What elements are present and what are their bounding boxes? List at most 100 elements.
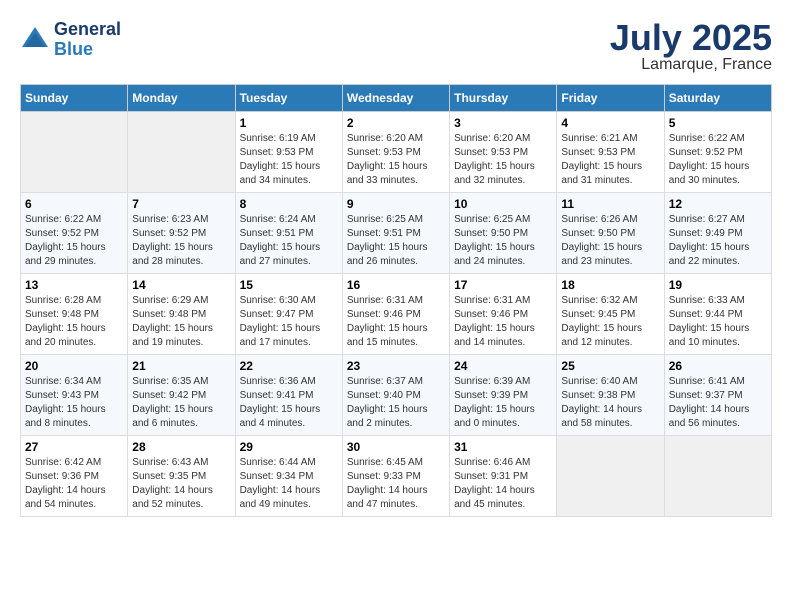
day-number: 12 xyxy=(669,197,767,211)
title-block: July 2025 Lamarque, France xyxy=(610,20,772,74)
day-number: 4 xyxy=(561,116,659,130)
day-number: 23 xyxy=(347,359,445,373)
calendar-cell: 8 Sunrise: 6:24 AM Sunset: 9:51 PM Daylig… xyxy=(235,193,342,274)
calendar-cell: 31 Sunrise: 6:46 AM Sunset: 9:31 PM Dayli… xyxy=(450,436,557,517)
day-info: Sunrise: 6:34 AM Sunset: 9:43 PM Dayligh… xyxy=(25,375,123,431)
calendar-cell: 23 Sunrise: 6:37 AM Sunset: 9:40 PM Dayli… xyxy=(342,355,449,436)
header-monday: Monday xyxy=(128,85,235,112)
day-info: Sunrise: 6:30 AM Sunset: 9:47 PM Dayligh… xyxy=(240,294,338,350)
day-info: Sunrise: 6:45 AM Sunset: 9:33 PM Dayligh… xyxy=(347,456,445,512)
day-number: 24 xyxy=(454,359,552,373)
day-info: Sunrise: 6:19 AM Sunset: 9:53 PM Dayligh… xyxy=(240,132,338,188)
month-title: July 2025 xyxy=(610,20,772,56)
calendar-cell: 13 Sunrise: 6:28 AM Sunset: 9:48 PM Dayli… xyxy=(21,274,128,355)
calendar-cell: 30 Sunrise: 6:45 AM Sunset: 9:33 PM Dayli… xyxy=(342,436,449,517)
day-info: Sunrise: 6:21 AM Sunset: 9:53 PM Dayligh… xyxy=(561,132,659,188)
day-info: Sunrise: 6:37 AM Sunset: 9:40 PM Dayligh… xyxy=(347,375,445,431)
calendar-cell xyxy=(664,436,771,517)
calendar-cell: 24 Sunrise: 6:39 AM Sunset: 9:39 PM Dayli… xyxy=(450,355,557,436)
header-wednesday: Wednesday xyxy=(342,85,449,112)
day-number: 14 xyxy=(132,278,230,292)
day-info: Sunrise: 6:35 AM Sunset: 9:42 PM Dayligh… xyxy=(132,375,230,431)
day-number: 22 xyxy=(240,359,338,373)
calendar-cell: 27 Sunrise: 6:42 AM Sunset: 9:36 PM Dayli… xyxy=(21,436,128,517)
day-info: Sunrise: 6:32 AM Sunset: 9:45 PM Dayligh… xyxy=(561,294,659,350)
day-number: 15 xyxy=(240,278,338,292)
calendar-cell xyxy=(128,112,235,193)
day-info: Sunrise: 6:44 AM Sunset: 9:34 PM Dayligh… xyxy=(240,456,338,512)
day-info: Sunrise: 6:42 AM Sunset: 9:36 PM Dayligh… xyxy=(25,456,123,512)
day-info: Sunrise: 6:36 AM Sunset: 9:41 PM Dayligh… xyxy=(240,375,338,431)
location-subtitle: Lamarque, France xyxy=(610,56,772,74)
logo: General Blue xyxy=(20,20,121,60)
calendar-cell: 25Sunrise: 6:40 AM Sunset: 9:38 PM Dayli… xyxy=(557,355,664,436)
calendar-cell: 18 Sunrise: 6:32 AM Sunset: 9:45 PM Dayli… xyxy=(557,274,664,355)
day-number: 11 xyxy=(561,197,659,211)
day-number: 18 xyxy=(561,278,659,292)
header-tuesday: Tuesday xyxy=(235,85,342,112)
day-number: 21 xyxy=(132,359,230,373)
day-number: 17 xyxy=(454,278,552,292)
calendar-cell: 16Sunrise: 6:31 AM Sunset: 9:46 PM Dayli… xyxy=(342,274,449,355)
day-info: Sunrise: 6:40 AM Sunset: 9:38 PM Dayligh… xyxy=(561,375,659,431)
calendar-cell: 3Sunrise: 6:20 AM Sunset: 9:53 PM Daylig… xyxy=(450,112,557,193)
page-header: General Blue July 2025 Lamarque, France xyxy=(20,20,772,74)
calendar-cell: 20 Sunrise: 6:34 AM Sunset: 9:43 PM Dayli… xyxy=(21,355,128,436)
day-info: Sunrise: 6:20 AM Sunset: 9:53 PM Dayligh… xyxy=(454,132,552,188)
calendar-table: SundayMondayTuesdayWednesdayThursdayFrid… xyxy=(20,84,772,517)
calendar-cell: 26 Sunrise: 6:41 AM Sunset: 9:37 PM Dayli… xyxy=(664,355,771,436)
calendar-cell: 14 Sunrise: 6:29 AM Sunset: 9:48 PM Dayli… xyxy=(128,274,235,355)
calendar-cell: 11 Sunrise: 6:26 AM Sunset: 9:50 PM Dayli… xyxy=(557,193,664,274)
day-number: 8 xyxy=(240,197,338,211)
day-info: Sunrise: 6:41 AM Sunset: 9:37 PM Dayligh… xyxy=(669,375,767,431)
calendar-cell: 7Sunrise: 6:23 AM Sunset: 9:52 PM Daylig… xyxy=(128,193,235,274)
day-info: Sunrise: 6:26 AM Sunset: 9:50 PM Dayligh… xyxy=(561,213,659,269)
day-number: 5 xyxy=(669,116,767,130)
day-info: Sunrise: 6:31 AM Sunset: 9:46 PM Dayligh… xyxy=(454,294,552,350)
day-number: 10 xyxy=(454,197,552,211)
calendar-cell: 21 Sunrise: 6:35 AM Sunset: 9:42 PM Dayli… xyxy=(128,355,235,436)
day-number: 30 xyxy=(347,440,445,454)
header-saturday: Saturday xyxy=(664,85,771,112)
header-row: SundayMondayTuesdayWednesdayThursdayFrid… xyxy=(21,85,772,112)
day-info: Sunrise: 6:20 AM Sunset: 9:53 PM Dayligh… xyxy=(347,132,445,188)
day-number: 31 xyxy=(454,440,552,454)
calendar-cell: 2Sunrise: 6:20 AM Sunset: 9:53 PM Daylig… xyxy=(342,112,449,193)
calendar-cell: 1 Sunrise: 6:19 AM Sunset: 9:53 PM Daylig… xyxy=(235,112,342,193)
week-row-5: 27 Sunrise: 6:42 AM Sunset: 9:36 PM Dayli… xyxy=(21,436,772,517)
calendar-cell: 19 Sunrise: 6:33 AM Sunset: 9:44 PM Dayli… xyxy=(664,274,771,355)
calendar-cell: 6Sunrise: 6:22 AM Sunset: 9:52 PM Daylig… xyxy=(21,193,128,274)
week-row-3: 13 Sunrise: 6:28 AM Sunset: 9:48 PM Dayli… xyxy=(21,274,772,355)
day-number: 20 xyxy=(25,359,123,373)
calendar-cell: 9Sunrise: 6:25 AM Sunset: 9:51 PM Daylig… xyxy=(342,193,449,274)
calendar-cell: 10 Sunrise: 6:25 AM Sunset: 9:50 PM Dayli… xyxy=(450,193,557,274)
calendar-cell: 29Sunrise: 6:44 AM Sunset: 9:34 PM Dayli… xyxy=(235,436,342,517)
calendar-cell: 22 Sunrise: 6:36 AM Sunset: 9:41 PM Dayli… xyxy=(235,355,342,436)
day-number: 27 xyxy=(25,440,123,454)
day-info: Sunrise: 6:23 AM Sunset: 9:52 PM Dayligh… xyxy=(132,213,230,269)
day-info: Sunrise: 6:29 AM Sunset: 9:48 PM Dayligh… xyxy=(132,294,230,350)
week-row-4: 20 Sunrise: 6:34 AM Sunset: 9:43 PM Dayli… xyxy=(21,355,772,436)
logo-text: General Blue xyxy=(54,20,121,60)
day-info: Sunrise: 6:31 AM Sunset: 9:46 PM Dayligh… xyxy=(347,294,445,350)
day-number: 13 xyxy=(25,278,123,292)
calendar-cell: 28 Sunrise: 6:43 AM Sunset: 9:35 PM Dayli… xyxy=(128,436,235,517)
day-info: Sunrise: 6:39 AM Sunset: 9:39 PM Dayligh… xyxy=(454,375,552,431)
day-info: Sunrise: 6:25 AM Sunset: 9:50 PM Dayligh… xyxy=(454,213,552,269)
day-number: 28 xyxy=(132,440,230,454)
day-number: 19 xyxy=(669,278,767,292)
day-info: Sunrise: 6:33 AM Sunset: 9:44 PM Dayligh… xyxy=(669,294,767,350)
week-row-2: 6Sunrise: 6:22 AM Sunset: 9:52 PM Daylig… xyxy=(21,193,772,274)
header-friday: Friday xyxy=(557,85,664,112)
day-number: 26 xyxy=(669,359,767,373)
header-sunday: Sunday xyxy=(21,85,128,112)
day-info: Sunrise: 6:22 AM Sunset: 9:52 PM Dayligh… xyxy=(669,132,767,188)
day-info: Sunrise: 6:28 AM Sunset: 9:48 PM Dayligh… xyxy=(25,294,123,350)
day-number: 1 xyxy=(240,116,338,130)
day-info: Sunrise: 6:46 AM Sunset: 9:31 PM Dayligh… xyxy=(454,456,552,512)
day-number: 9 xyxy=(347,197,445,211)
day-info: Sunrise: 6:24 AM Sunset: 9:51 PM Dayligh… xyxy=(240,213,338,269)
calendar-cell: 5 Sunrise: 6:22 AM Sunset: 9:52 PM Daylig… xyxy=(664,112,771,193)
day-info: Sunrise: 6:43 AM Sunset: 9:35 PM Dayligh… xyxy=(132,456,230,512)
calendar-cell: 15 Sunrise: 6:30 AM Sunset: 9:47 PM Dayli… xyxy=(235,274,342,355)
